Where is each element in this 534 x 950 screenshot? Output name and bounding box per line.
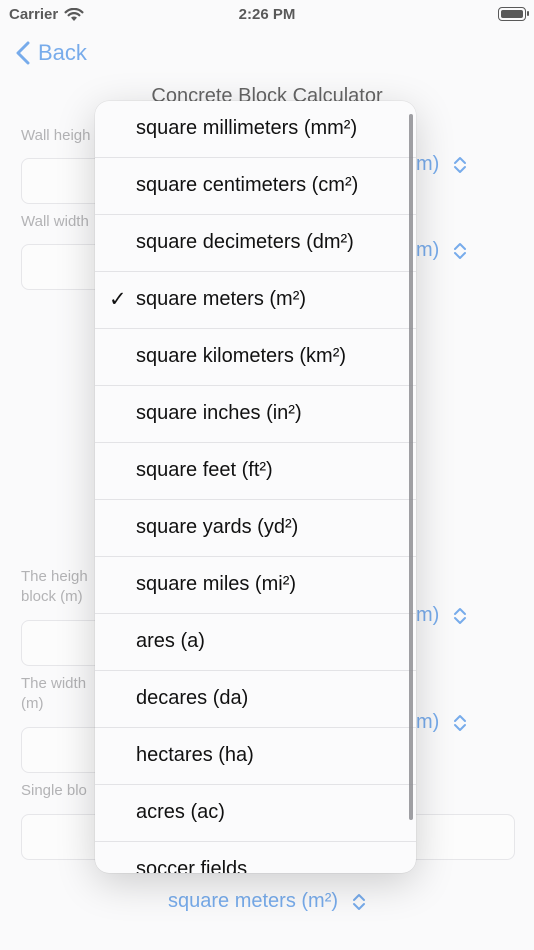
- menu-item-label: square inches (in²): [136, 402, 302, 424]
- menu-item-label: square miles (mi²): [136, 573, 297, 595]
- menu-item-label: ares (a): [136, 630, 205, 652]
- menu-scroll-indicator[interactable]: [409, 114, 413, 820]
- menu-item-acres[interactable]: acres (ac): [95, 785, 416, 842]
- menu-item-label: square yards (yd²): [136, 516, 299, 538]
- menu-item-label: hectares (ha): [136, 744, 254, 766]
- menu-item-square-inches[interactable]: square inches (in²): [95, 386, 416, 443]
- menu-item-label: square meters (m²): [136, 288, 307, 310]
- menu-item-label: square centimeters (cm²): [136, 174, 359, 196]
- menu-item-square-miles[interactable]: square miles (mi²): [95, 557, 416, 614]
- menu-item-hectares[interactable]: hectares (ha): [95, 728, 416, 785]
- menu-item-label: soccer fields: [136, 858, 248, 873]
- menu-item-label: acres (ac): [136, 801, 225, 823]
- menu-item-soccer-fields[interactable]: soccer fields: [95, 842, 416, 873]
- checkmark-icon: ✓: [109, 288, 127, 311]
- menu-item-label: square decimeters (dm²): [136, 231, 354, 253]
- menu-item-square-meters[interactable]: ✓ square meters (m²): [95, 272, 416, 329]
- menu-item-decares[interactable]: decares (da): [95, 671, 416, 728]
- menu-item-label: square millimeters (mm²): [136, 117, 358, 139]
- menu-item-square-millimeters[interactable]: square millimeters (mm²): [95, 101, 416, 158]
- menu-item-label: decares (da): [136, 687, 249, 709]
- menu-item-square-yards[interactable]: square yards (yd²): [95, 500, 416, 557]
- menu-item-square-feet[interactable]: square feet (ft²): [95, 443, 416, 500]
- unit-selection-menu: square millimeters (mm²) square centimet…: [95, 101, 416, 873]
- menu-item-square-decimeters[interactable]: square decimeters (dm²): [95, 215, 416, 272]
- menu-item-square-kilometers[interactable]: square kilometers (km²): [95, 329, 416, 386]
- menu-item-label: square feet (ft²): [136, 459, 273, 481]
- menu-item-square-centimeters[interactable]: square centimeters (cm²): [95, 158, 416, 215]
- menu-item-ares[interactable]: ares (a): [95, 614, 416, 671]
- menu-item-label: square kilometers (km²): [136, 345, 347, 367]
